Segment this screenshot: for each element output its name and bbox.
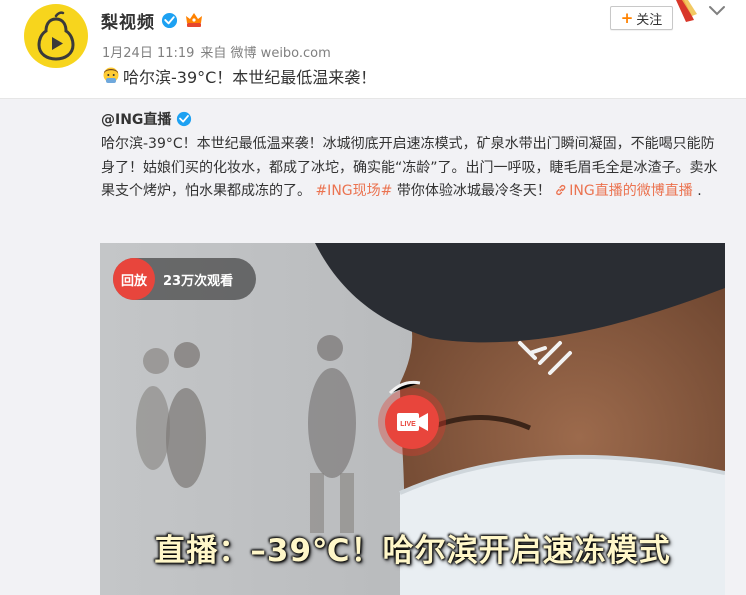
username[interactable]: 梨视频 — [101, 8, 155, 33]
follow-button[interactable]: + 关注 — [610, 6, 673, 30]
verified-icon — [177, 111, 192, 127]
ribbon-icon — [676, 0, 697, 22]
post-headline: 哈尔滨-39°C！本世纪最低温来袭！ — [101, 64, 376, 88]
live-link[interactable]: ING直播的微博直播 — [555, 183, 693, 199]
pear-video-logo-icon — [37, 11, 75, 61]
repost-tag-text: 带你体验冰城最冷冬天！ — [396, 183, 551, 199]
post-header: 梨视频 1月24日 11:19 来自 微博 weibo.com 哈尔滨-39°C！… — [0, 0, 746, 98]
plus-icon: + — [620, 9, 634, 27]
repost-user-row: @ING直播 — [101, 108, 192, 130]
hashtag-link[interactable]: #ING现场# — [315, 183, 392, 199]
view-count: 23万次观看 — [163, 273, 234, 289]
live-link-text: ING直播的微博直播 — [569, 183, 693, 199]
post-timestamp[interactable]: 1月24日 11:19 — [102, 46, 194, 61]
chevron-down-icon[interactable] — [707, 4, 727, 18]
avatar[interactable] — [24, 4, 88, 68]
replay-pill[interactable]: 回放 23万次观看 — [113, 258, 256, 300]
live-camera-icon[interactable]: LIVE — [376, 386, 448, 458]
follow-label: 关注 — [636, 12, 663, 28]
verified-icon — [161, 12, 178, 28]
trailing-dot: . — [697, 183, 702, 199]
post-source: 来自 微博 weibo.com — [200, 46, 331, 61]
username-row: 梨视频 — [101, 8, 204, 33]
video-player[interactable]: 回放 23万次观看 LIVE 直播：–39℃！哈尔滨开启速冻模式 — [100, 243, 725, 595]
replay-badge: 回放 — [113, 258, 155, 300]
member-badge-icon[interactable] — [184, 11, 204, 29]
live-label: LIVE — [400, 421, 416, 428]
repost-text: 哈尔滨-39°C！本世纪最低温来袭！冰城彻底开启速冻模式，矿泉水带出门瞬间凝固，… — [101, 133, 727, 204]
cold-face-emoji-icon — [103, 67, 119, 83]
repost-username[interactable]: @ING直播 — [101, 109, 171, 129]
video-caption: 直播：–39℃！哈尔滨开启速冻模式 — [154, 533, 671, 569]
post-meta: 1月24日 11:19 来自 微博 weibo.com — [102, 42, 331, 61]
repost-card: @ING直播 哈尔滨-39°C！本世纪最低温来袭！冰城彻底开启速冻模式，矿泉水带… — [0, 98, 746, 595]
link-icon — [556, 184, 566, 196]
headline-text: 哈尔滨-39°C！本世纪最低温来袭！ — [123, 68, 377, 87]
